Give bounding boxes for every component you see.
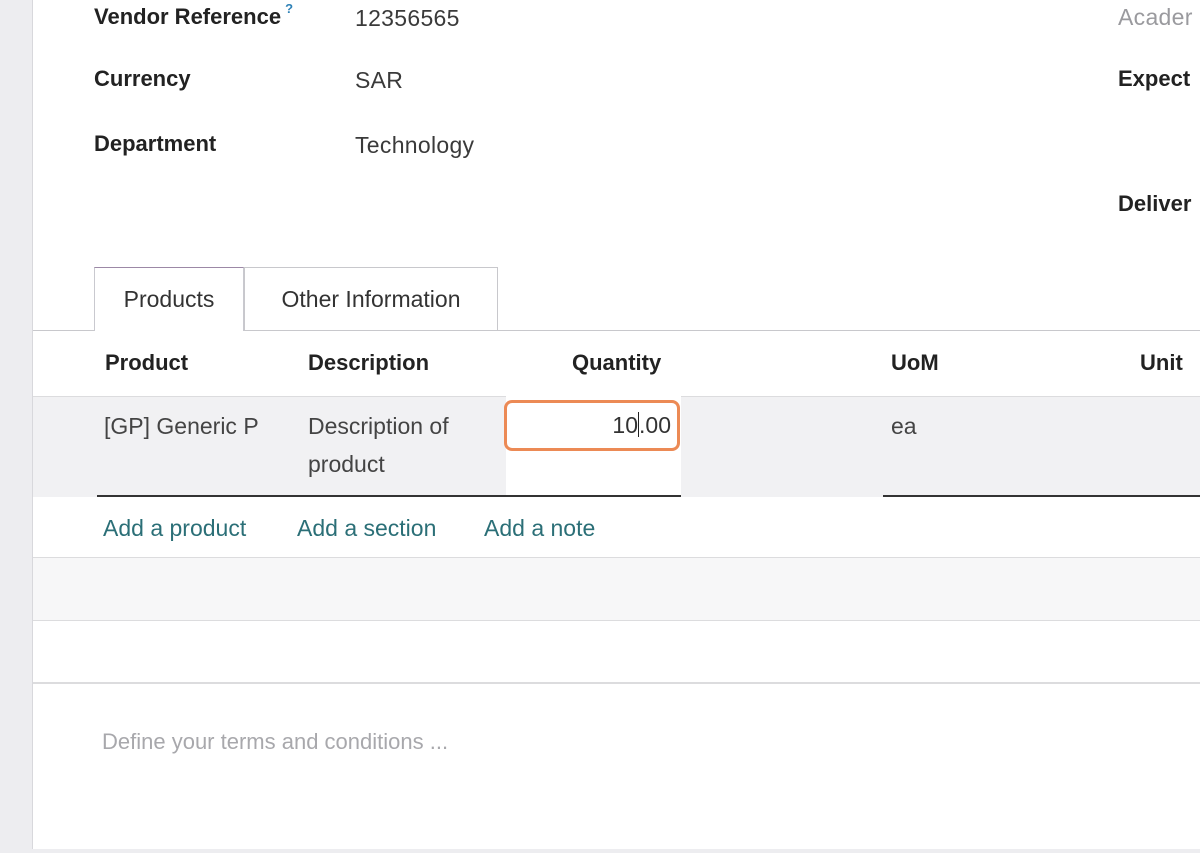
column-header-uom[interactable]: UoM xyxy=(891,350,939,376)
department-label: Department xyxy=(94,131,217,156)
terms-placeholder[interactable]: Define your terms and conditions ... xyxy=(102,729,448,755)
vendor-reference-label: Vendor Reference? xyxy=(94,1,293,30)
academy-label: Acader xyxy=(1118,4,1193,30)
quantity-value-after-caret: .00 xyxy=(639,412,671,438)
empty-row xyxy=(33,558,1200,620)
add-section-link[interactable]: Add a section xyxy=(297,515,436,542)
column-header-quantity[interactable]: Quantity xyxy=(572,350,661,376)
add-product-link[interactable]: Add a product xyxy=(103,515,246,542)
tab-other-information[interactable]: Other Information xyxy=(244,267,498,330)
delivery-label: Deliver xyxy=(1118,191,1192,216)
vendor-reference-label-text: Vendor Reference xyxy=(94,4,282,29)
column-header-unit[interactable]: Unit xyxy=(1140,350,1183,376)
currency-value[interactable]: SAR xyxy=(355,67,403,94)
row-underline-right xyxy=(883,495,1200,497)
expected-label: Expect xyxy=(1118,66,1191,91)
description-cell-line2[interactable]: product xyxy=(308,451,385,478)
empty-row-divider xyxy=(33,620,1200,621)
column-header-description[interactable]: Description xyxy=(308,350,429,376)
tab-products[interactable]: Products xyxy=(94,267,244,331)
table-bottom-border xyxy=(33,682,1200,684)
product-cell[interactable]: [GP] Generic P xyxy=(104,413,266,440)
help-icon[interactable]: ? xyxy=(285,1,293,16)
form-sheet: Vendor Reference? 12356565 Currency SAR … xyxy=(32,0,1200,849)
column-header-product[interactable]: Product xyxy=(105,350,188,376)
department-value[interactable]: Technology xyxy=(355,132,474,159)
uom-cell[interactable]: ea xyxy=(891,413,917,440)
quantity-value-before-caret: 10 xyxy=(612,412,639,438)
vendor-reference-value[interactable]: 12356565 xyxy=(355,5,460,32)
add-note-link[interactable]: Add a note xyxy=(484,515,595,542)
description-cell-line1[interactable]: Description of xyxy=(308,413,449,440)
quantity-input[interactable]: 10.00 xyxy=(504,400,680,451)
row-underline-left xyxy=(97,495,681,497)
currency-label: Currency xyxy=(94,66,191,91)
